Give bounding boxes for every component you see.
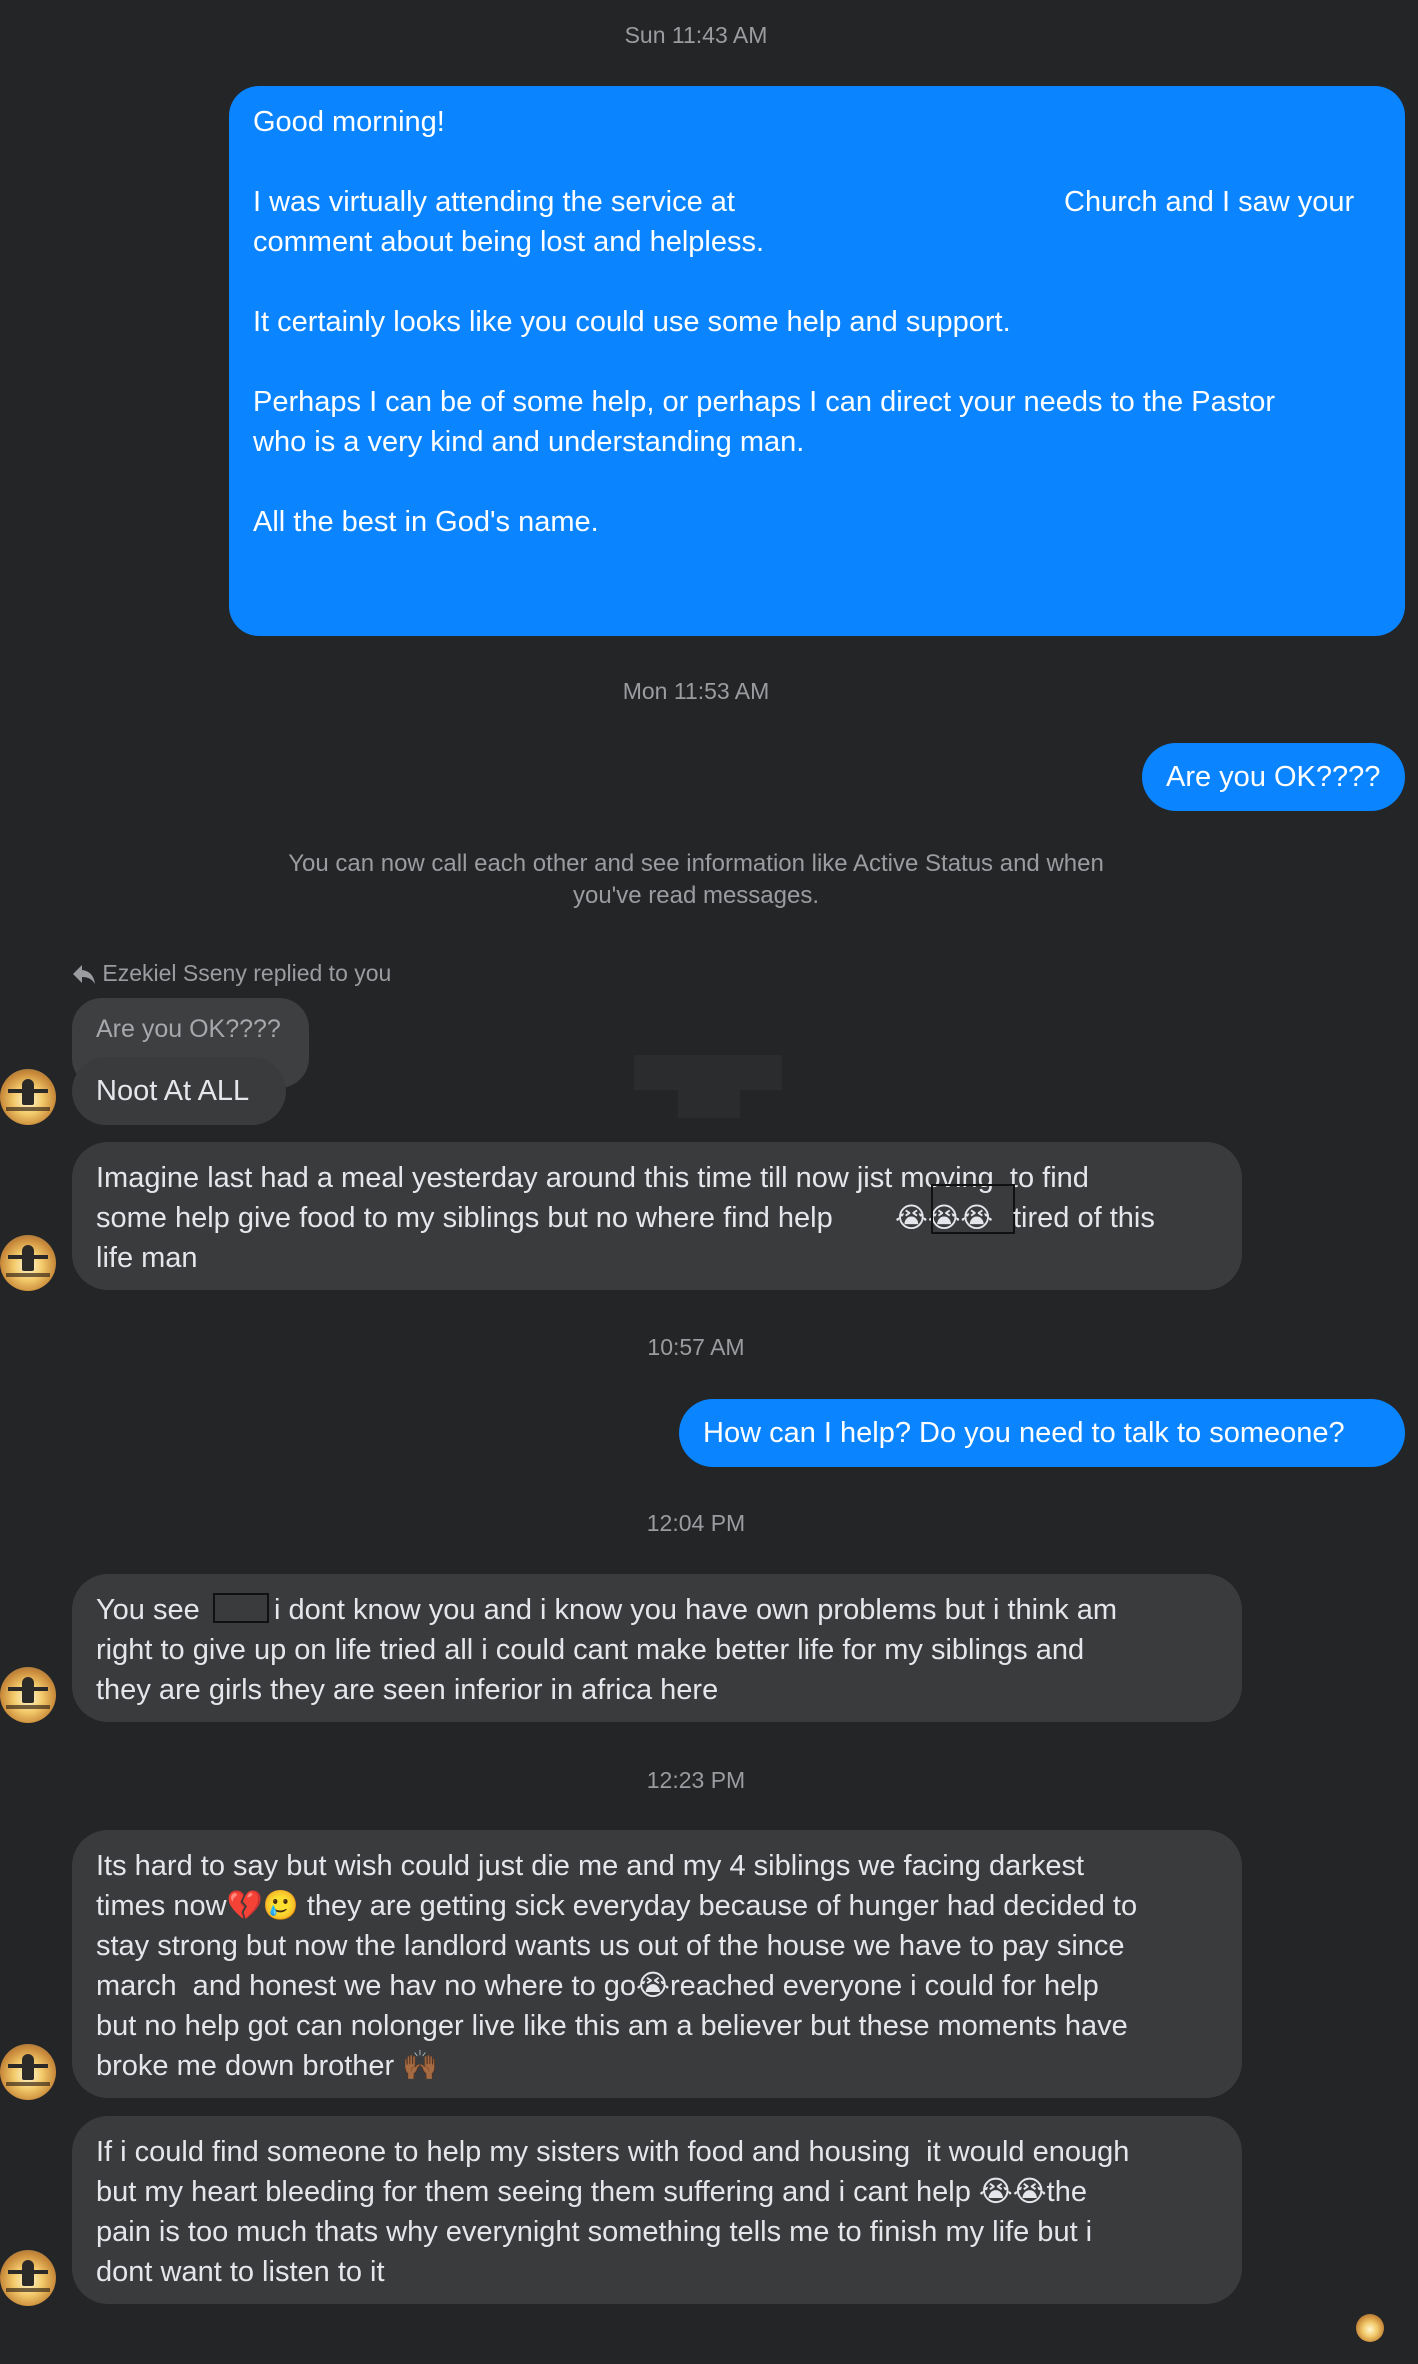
- contact-avatar[interactable]: [0, 1235, 56, 1291]
- message-line: All the best in God's name.: [253, 506, 599, 538]
- timestamp: 10:57 AM: [647, 1334, 745, 1360]
- highlight-box: [931, 1184, 1015, 1234]
- message-line: You see: [96, 1594, 200, 1626]
- message-line: Church and I saw your: [1064, 186, 1355, 218]
- message-line: Good morning!: [253, 106, 445, 138]
- timestamp: 12:23 PM: [646, 1767, 746, 1793]
- quoted-text: Are you OK????: [96, 1015, 281, 1043]
- notice-line: you've read messages.: [572, 882, 820, 909]
- incoming-message[interactable]: Noot At ALL: [72, 1057, 286, 1125]
- message-line: pain is too much thats why everynight so…: [96, 2216, 1093, 2248]
- reply-arrow-icon: [73, 965, 95, 984]
- message-line: but no help got can nolonger live like t…: [96, 2010, 1128, 2042]
- contact-avatar[interactable]: [0, 2250, 56, 2306]
- system-notice: You can now call each other and see info…: [0, 848, 1392, 912]
- message-line: they are girls they are seen inferior in…: [96, 1674, 719, 1706]
- outgoing-message[interactable]: How can I help? Do you need to talk to s…: [679, 1399, 1405, 1467]
- message-line: stay strong but now the landlord wants u…: [96, 1930, 1125, 1962]
- timestamp: 12:04 PM: [646, 1510, 746, 1536]
- redacted-name-box: [213, 1593, 269, 1623]
- message-line: life man: [96, 1242, 198, 1274]
- contact-avatar[interactable]: [0, 1667, 56, 1723]
- message-line: who is a very kind and understanding man…: [253, 426, 805, 458]
- message-line: comment about being lost and helpless.: [253, 226, 765, 258]
- message-line: I was virtually attending the service at: [253, 186, 735, 218]
- redaction-block: [634, 1055, 782, 1090]
- read-receipt-avatar: [1356, 2314, 1384, 2342]
- message-line: Perhaps I can be of some help, or perhap…: [253, 386, 1276, 418]
- message-line: right to give up on life tried all i cou…: [96, 1634, 1085, 1666]
- incoming-message[interactable]: If i could find someone to help my siste…: [72, 2116, 1242, 2304]
- message-line: march and honest we hav no where to go😭r…: [96, 1970, 1099, 2002]
- contact-avatar[interactable]: [0, 2044, 56, 2100]
- outgoing-message[interactable]: Good morning! I was virtually attending …: [229, 86, 1405, 636]
- message-text: How can I help? Do you need to talk to s…: [703, 1417, 1345, 1449]
- redaction-block: [678, 1090, 740, 1118]
- contact-avatar[interactable]: [0, 1069, 56, 1125]
- notice-line: You can now call each other and see info…: [288, 850, 1104, 877]
- timestamp: Sun 11:43 AM: [624, 22, 768, 48]
- reply-header-text: Ezekiel Sseny replied to you: [102, 960, 392, 986]
- message-line: It certainly looks like you could use so…: [253, 306, 1011, 338]
- message-line: dont want to listen to it: [96, 2256, 385, 2288]
- incoming-message[interactable]: Imagine last had a meal yesterday around…: [72, 1142, 1242, 1290]
- message-line: Its hard to say but wish could just die …: [96, 1850, 1085, 1882]
- message-line: but my heart bleeding for them seeing th…: [96, 2176, 1087, 2208]
- message-line: tired of this: [1013, 1202, 1155, 1234]
- timestamp: Mon 11:53 AM: [622, 678, 770, 704]
- outgoing-message[interactable]: Are you OK????: [1142, 743, 1405, 811]
- message-text: Noot At ALL: [96, 1075, 250, 1107]
- message-line: times now💔🥲 they are getting sick everyd…: [96, 1890, 1138, 1922]
- message-text: Are you OK????: [1166, 761, 1381, 793]
- reply-header: Ezekiel Sseny replied to you: [72, 958, 391, 988]
- message-line: broke me down brother 🙌🏾: [96, 2050, 439, 2082]
- incoming-message[interactable]: Its hard to say but wish could just die …: [72, 1830, 1242, 2098]
- incoming-message[interactable]: You see i dont know you and i know you h…: [72, 1574, 1242, 1722]
- message-line: i dont know you and i know you have own …: [274, 1594, 1118, 1626]
- message-line: If i could find someone to help my siste…: [96, 2136, 1130, 2168]
- message-line: some help give food to my siblings but n…: [96, 1202, 841, 1234]
